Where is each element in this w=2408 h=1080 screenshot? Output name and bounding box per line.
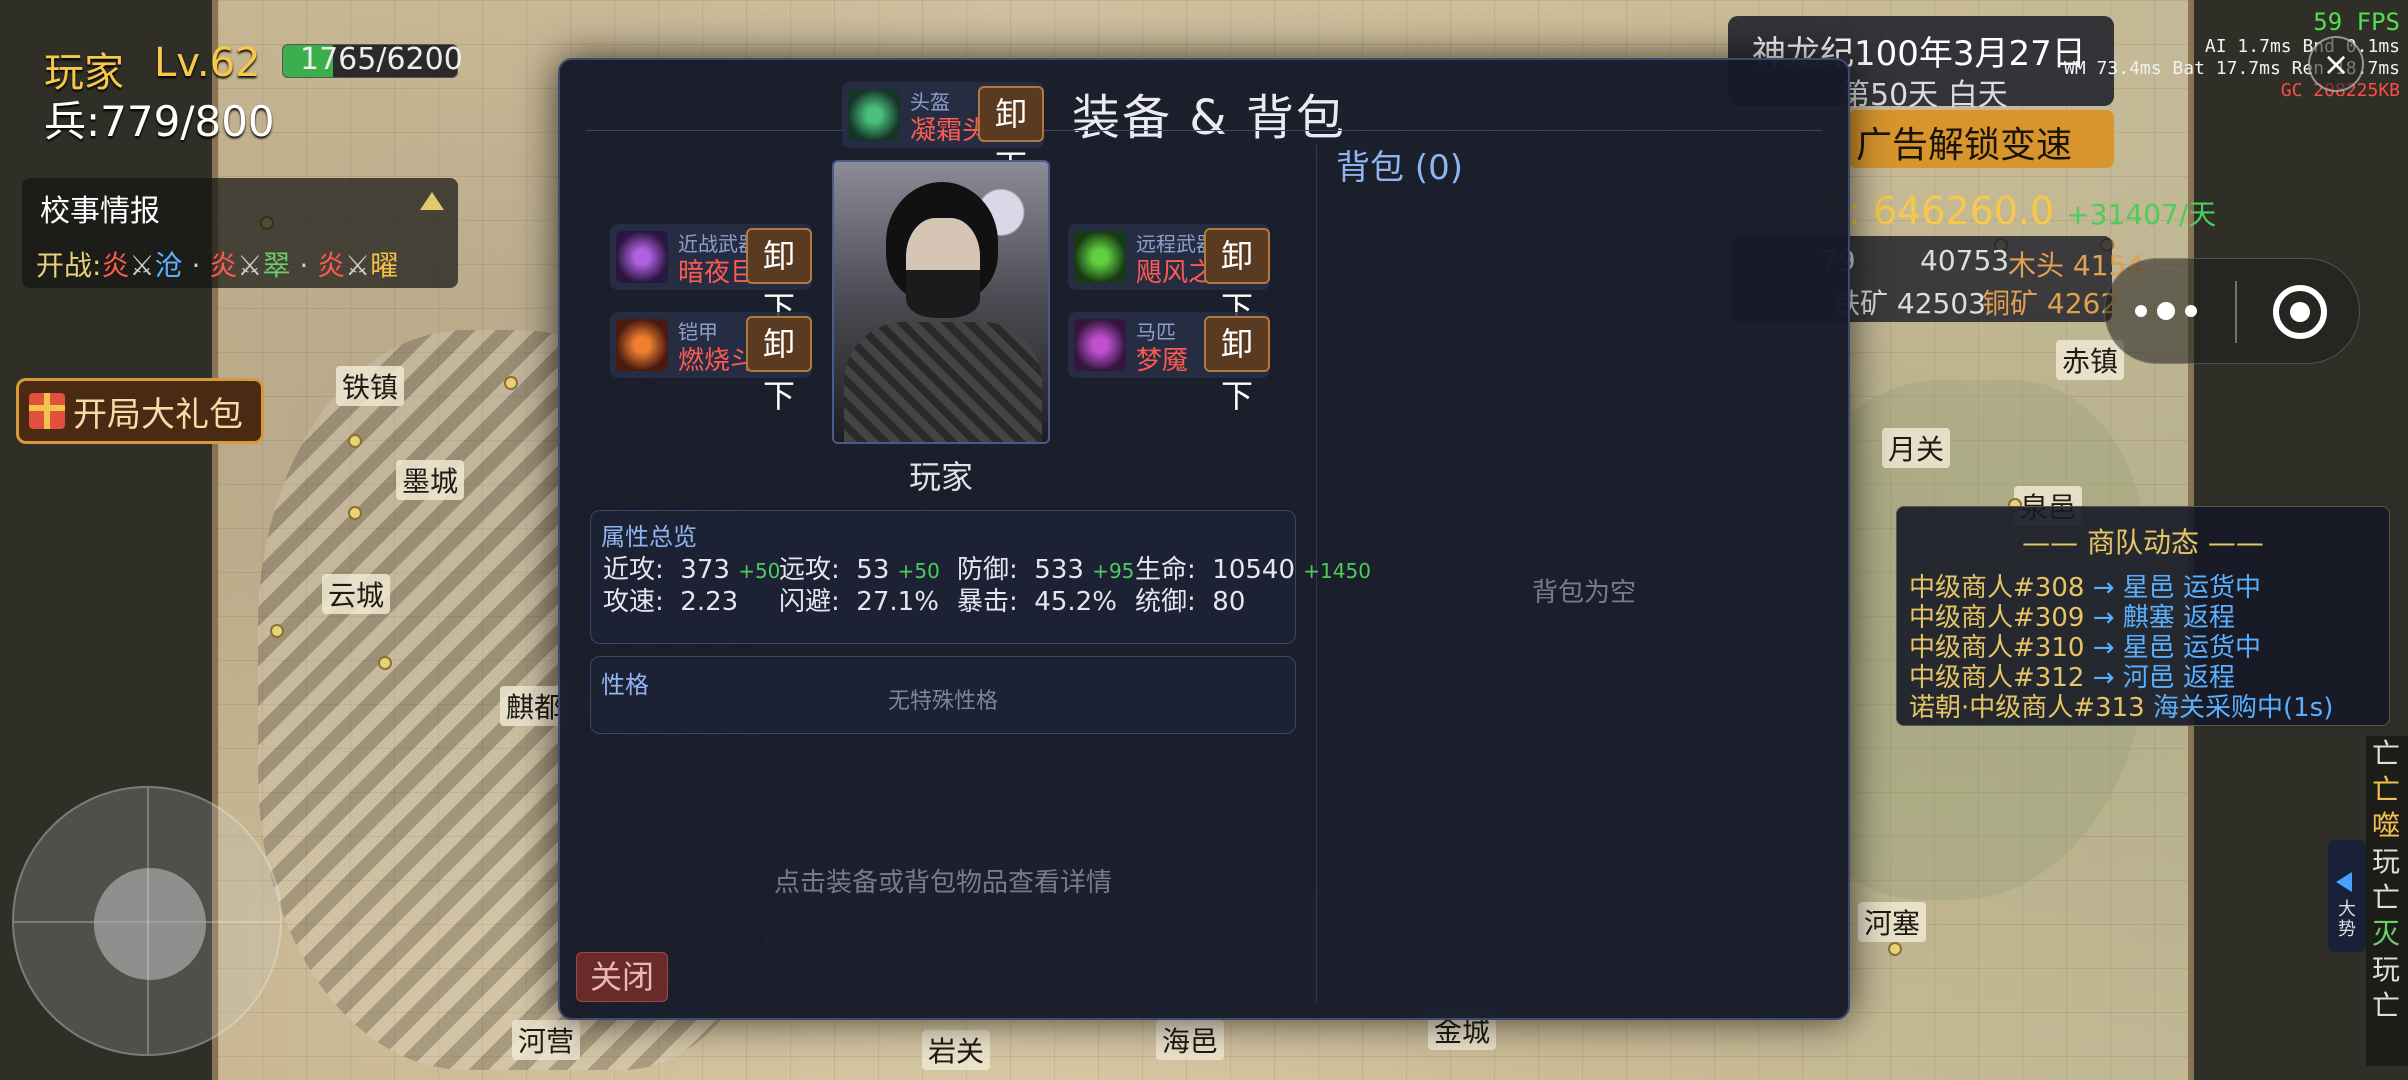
hero-name: 玩家 bbox=[908, 458, 973, 496]
gold-gain: +31407/天 bbox=[2066, 198, 2217, 231]
horse-icon bbox=[1074, 319, 1126, 371]
stat-attack-speed: 攻速: 2.23 bbox=[603, 587, 739, 617]
city-label[interactable]: 云城 bbox=[322, 574, 391, 614]
city-label[interactable]: 墨城 bbox=[396, 460, 465, 500]
equip-slot-armor[interactable]: 铠甲 燃烧斗 卸下 bbox=[610, 312, 812, 415]
title-divider bbox=[586, 130, 1822, 131]
stats-title: 属性总览 bbox=[601, 523, 697, 551]
exit-target-icon[interactable] bbox=[2273, 285, 2327, 339]
trait-panel: 性格 无特殊性格 bbox=[590, 656, 1296, 734]
caravan-title: —— 商队动态 —— bbox=[2022, 526, 2264, 559]
intel-battles: 开战:炎⚔沧 · 炎⚔翠 · 炎⚔曜 bbox=[36, 249, 399, 282]
capsule-divider bbox=[2235, 281, 2237, 343]
unequip-button[interactable]: 卸下 bbox=[746, 316, 812, 415]
detail-hint: 点击装备或背包物品查看详情 bbox=[773, 868, 1112, 898]
swords-icon: ⚔ bbox=[129, 249, 155, 282]
swords-icon: ⚔ bbox=[237, 249, 263, 282]
faction-a: 炎 bbox=[317, 249, 346, 282]
unequip-button[interactable]: 卸下 bbox=[1204, 228, 1270, 327]
armor-icon bbox=[616, 319, 668, 371]
caravan-panel: —— 商队动态 —— 中级商人#308 → 星邑 运货中 中级商人#309 → … bbox=[1896, 506, 2390, 726]
city-label[interactable]: 河塞 bbox=[1858, 902, 1927, 942]
unequip-button[interactable]: 卸下 bbox=[746, 228, 812, 327]
bag-title: 背包 (0) bbox=[1336, 148, 1463, 188]
close-button[interactable]: 关闭 bbox=[576, 952, 668, 1002]
soldier-count: 兵:779/800 bbox=[44, 97, 275, 146]
map-marker[interactable] bbox=[1888, 942, 1902, 956]
caravan-row[interactable]: 诺朝·中级商人#313 海关采购中(1s) bbox=[1909, 687, 2333, 724]
map-marker[interactable] bbox=[348, 506, 362, 520]
trait-value: 无特殊性格 bbox=[887, 689, 998, 714]
unequip-button[interactable]: 卸下 bbox=[1204, 316, 1270, 415]
stat-dodge: 闪避: 27.1% bbox=[779, 587, 939, 617]
gold-display: 币: 646260.0 +31407/天 bbox=[1810, 180, 2216, 235]
game-day: 第50天 白天 bbox=[1840, 78, 2008, 113]
faction-b: 翠 bbox=[262, 249, 291, 282]
trend-label: 大势 bbox=[2338, 899, 2356, 940]
map-marker[interactable] bbox=[504, 376, 518, 390]
map-marker[interactable] bbox=[270, 624, 284, 638]
xp-text: 1765/6200 bbox=[300, 42, 463, 77]
city-label[interactable]: 月关 bbox=[1882, 428, 1951, 468]
faction-b: 沧 bbox=[154, 249, 183, 282]
equip-slot-horse[interactable]: 马匹 梦魇 卸下 bbox=[1068, 312, 1270, 415]
city-label[interactable]: 河营 bbox=[512, 1020, 581, 1060]
intel-title: 校事情报 bbox=[40, 194, 160, 229]
unequip-button[interactable]: 卸下 bbox=[978, 86, 1044, 185]
bag-empty-text: 背包为空 bbox=[1531, 578, 1636, 608]
ad-unlock-speed-button[interactable]: 广告解锁变速 bbox=[1848, 110, 2114, 168]
more-options-icon[interactable] bbox=[2135, 302, 2197, 320]
modal-title: 装备 & 背包 bbox=[1072, 90, 1346, 146]
resource-iron: 铁矿 42503 bbox=[1832, 287, 1986, 320]
arrow-left-icon bbox=[2336, 872, 2352, 892]
gift-button-label: 开局大礼包 bbox=[73, 394, 243, 435]
bow-icon bbox=[1074, 231, 1126, 283]
sword-icon bbox=[616, 231, 668, 283]
faction-a: 炎 bbox=[101, 249, 130, 282]
close-icon[interactable]: × bbox=[2308, 36, 2364, 92]
intel-panel: 校事情报 开战:炎⚔沧 · 炎⚔翠 · 炎⚔曜 bbox=[22, 178, 458, 288]
collapse-icon[interactable] bbox=[420, 192, 444, 210]
resource-stone: 40753 bbox=[1920, 244, 2010, 277]
starter-gift-button[interactable]: 开局大礼包 bbox=[16, 378, 264, 444]
equip-slot-ranged[interactable]: 远程武器 飓风之 卸下 bbox=[1068, 224, 1270, 327]
map-marker[interactable] bbox=[348, 434, 362, 448]
virtual-joystick[interactable] bbox=[12, 786, 282, 1056]
city-label[interactable]: 铁镇 bbox=[336, 366, 405, 406]
equip-slot-helmet[interactable]: 头盔 凝霜头 卸下 bbox=[842, 82, 1044, 185]
city-label[interactable]: 赤镇 bbox=[2056, 340, 2125, 380]
player-level: Lv.62 bbox=[154, 40, 261, 86]
hero-portrait[interactable] bbox=[832, 160, 1050, 444]
gift-icon bbox=[29, 393, 65, 429]
event-log-edge[interactable]: 亡 亡 噬 玩 亡 灭 玩 亡 bbox=[2366, 736, 2408, 1066]
faction-b: 曜 bbox=[370, 249, 399, 282]
stat-command: 统御: 80 bbox=[1135, 587, 1246, 617]
map-marker[interactable] bbox=[378, 656, 392, 670]
joystick-knob[interactable] bbox=[94, 868, 206, 980]
miniprogram-capsule bbox=[2104, 258, 2360, 364]
city-label[interactable]: 岩关 bbox=[922, 1030, 991, 1070]
swords-icon: ⚔ bbox=[345, 249, 371, 282]
resource-copper: 铜矿 4262 bbox=[1982, 287, 2119, 320]
intel-prefix: 开战: bbox=[36, 249, 102, 282]
stats-overview: 属性总览 近攻: 373 +50 远攻: 53 +50 防御: 533 +95 … bbox=[590, 510, 1371, 644]
faction-a: 炎 bbox=[209, 249, 238, 282]
fps-counter: 59 FPS bbox=[2313, 8, 2400, 36]
helmet-icon bbox=[848, 89, 900, 141]
trend-button[interactable]: 大势 bbox=[2328, 840, 2366, 952]
stat-crit: 暴击: 45.2% bbox=[957, 587, 1117, 617]
equipment-modal: 装备 & 背包 头盔 凝霜头 卸下 近战武器 暗夜巨 卸下 铠甲 燃烧斗 卸下 … bbox=[558, 58, 1850, 1020]
equip-slot-melee[interactable]: 近战武器 暗夜巨 卸下 bbox=[610, 224, 812, 327]
ad-button-label: 广告解锁变速 bbox=[1856, 125, 2073, 166]
city-label[interactable]: 海邑 bbox=[1156, 1020, 1225, 1060]
